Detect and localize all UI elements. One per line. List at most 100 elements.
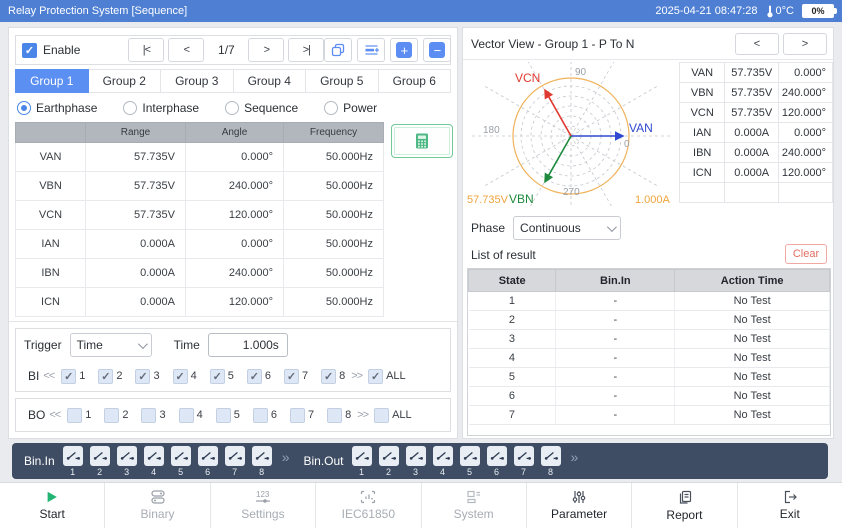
first-state-button[interactable]: |< [128,38,165,62]
bo-checkbox-item[interactable]: 3 [141,407,166,423]
bi-checkbox[interactable] [172,368,188,384]
bi-checkbox[interactable] [283,368,299,384]
channel-range[interactable]: 57.735V [85,171,186,201]
bo-checkbox[interactable] [178,407,194,423]
vector-next-button[interactable]: > [783,32,827,55]
result-row[interactable]: 7 - No Test [468,405,830,425]
bi-checkbox[interactable] [246,368,262,384]
channel-row[interactable]: IAN 0.000A 0.000° 50.000Hz [15,229,384,259]
calculator-button[interactable] [391,124,453,158]
clear-button[interactable]: Clear [785,244,827,264]
channel-row[interactable]: VBN 57.735V 240.000° 50.000Hz [15,171,384,201]
bo-checkbox-item[interactable]: 1 [67,407,91,423]
channel-row[interactable]: ICN 0.000A 120.000° 50.000Hz [15,287,384,317]
bo-checkbox[interactable] [141,407,157,423]
channel-frequency[interactable]: 50.000Hz [283,229,384,259]
start-button[interactable]: Start [0,483,104,528]
result-row[interactable]: 5 - No Test [468,367,830,387]
bi-checkbox-item[interactable]: 7 [283,368,308,384]
bo-checkbox-item[interactable]: 5 [215,407,240,423]
phase-select[interactable]: Continuous [513,216,622,240]
enable-checkbox[interactable] [22,42,37,58]
bo-all-item[interactable]: ALL [374,407,412,423]
bi-checkbox-item[interactable]: 2 [98,368,122,384]
bi-checkbox-item[interactable]: 1 [61,368,85,384]
result-row[interactable]: 6 - No Test [468,386,830,406]
bi-checkbox[interactable] [98,368,114,384]
prev-state-button[interactable]: < [168,38,205,62]
system-button[interactable]: System [420,483,526,528]
iec61850-button[interactable]: IEC61850 [315,483,420,528]
bo-checkbox-item[interactable]: 8 [327,407,351,423]
bo-checkbox-item[interactable]: 7 [289,407,314,423]
radio-power[interactable]: Power [324,101,377,115]
channel-range[interactable]: 0.000A [85,258,186,288]
bo-checkbox-item[interactable]: 4 [178,407,203,423]
bi-checkbox[interactable] [209,368,225,384]
radio-sequence[interactable]: Sequence [225,101,298,115]
tab-group-2[interactable]: Group 2 [88,69,161,93]
trigger-type-select[interactable]: Time [69,333,152,357]
bo-checkbox-item[interactable]: 6 [252,407,277,423]
bi-checkbox[interactable] [321,368,337,384]
bo-checkbox[interactable] [67,407,83,423]
copy-state-button[interactable] [324,38,353,62]
channel-frequency[interactable]: 50.000Hz [283,258,384,288]
channel-row[interactable]: IBN 0.000A 240.000° 50.000Hz [15,258,384,288]
channel-angle[interactable]: 0.000° [185,142,284,172]
tab-group-6[interactable]: Group 6 [378,69,451,93]
result-row[interactable]: 1 - No Test [468,291,830,311]
radio-interphase[interactable]: Interphase [123,101,199,115]
bo-checkbox[interactable] [252,407,268,423]
bi-all-item[interactable]: ALL [368,368,406,384]
channel-frequency[interactable]: 50.000Hz [283,142,384,172]
result-row[interactable]: 2 - No Test [468,310,830,330]
radio-earthphase[interactable]: Earthphase [17,101,97,115]
parameter-button[interactable]: Parameter [525,483,631,528]
binary-button[interactable]: Binary [104,483,209,528]
channel-angle[interactable]: 0.000° [185,229,284,259]
bi-all-checkbox[interactable] [368,368,384,384]
channel-range[interactable]: 0.000A [85,287,186,317]
tab-group-5[interactable]: Group 5 [306,69,379,93]
vector-prev-button[interactable]: < [735,32,779,55]
last-state-button[interactable]: >| [288,38,325,62]
channel-frequency[interactable]: 50.000Hz [283,171,384,201]
channel-frequency[interactable]: 50.000Hz [283,200,384,230]
bi-checkbox[interactable] [135,368,151,384]
channel-angle[interactable]: 240.000° [185,258,284,288]
channel-range[interactable]: 57.735V [85,142,186,172]
tab-group-4[interactable]: Group 4 [233,69,306,93]
bo-all-checkbox[interactable] [374,407,390,423]
channel-angle[interactable]: 120.000° [185,287,284,317]
trigger-time-input[interactable] [207,333,288,357]
bo-checkbox[interactable] [215,407,231,423]
remove-state-button[interactable]: − [423,38,452,62]
report-button[interactable]: Report [631,483,736,528]
tab-group-1[interactable]: Group 1 [15,69,89,93]
channel-range[interactable]: 0.000A [85,229,186,259]
result-row[interactable]: 3 - No Test [468,329,830,349]
channel-row[interactable]: VCN 57.735V 120.000° 50.000Hz [15,200,384,230]
next-state-button[interactable]: > [248,38,285,62]
add-state-button[interactable]: + [390,38,419,62]
bo-checkbox[interactable] [104,407,120,423]
result-row[interactable]: 4 - No Test [468,348,830,368]
channel-angle[interactable]: 240.000° [185,171,284,201]
bi-checkbox-item[interactable]: 6 [246,368,271,384]
bi-checkbox-item[interactable]: 4 [172,368,197,384]
tab-group-3[interactable]: Group 3 [161,69,234,93]
bi-checkbox[interactable] [61,368,77,384]
channel-angle[interactable]: 120.000° [185,200,284,230]
bi-checkbox-item[interactable]: 3 [135,368,160,384]
bo-checkbox[interactable] [289,407,305,423]
channel-frequency[interactable]: 50.000Hz [283,287,384,317]
channel-range[interactable]: 57.735V [85,200,186,230]
bo-checkbox[interactable] [327,407,343,423]
bi-checkbox-item[interactable]: 8 [321,368,345,384]
bi-checkbox-item[interactable]: 5 [209,368,234,384]
insert-state-button[interactable] [357,38,386,62]
bo-checkbox-item[interactable]: 2 [104,407,128,423]
channel-row[interactable]: VAN 57.735V 0.000° 50.000Hz [15,142,384,172]
exit-button[interactable]: Exit [736,483,842,528]
